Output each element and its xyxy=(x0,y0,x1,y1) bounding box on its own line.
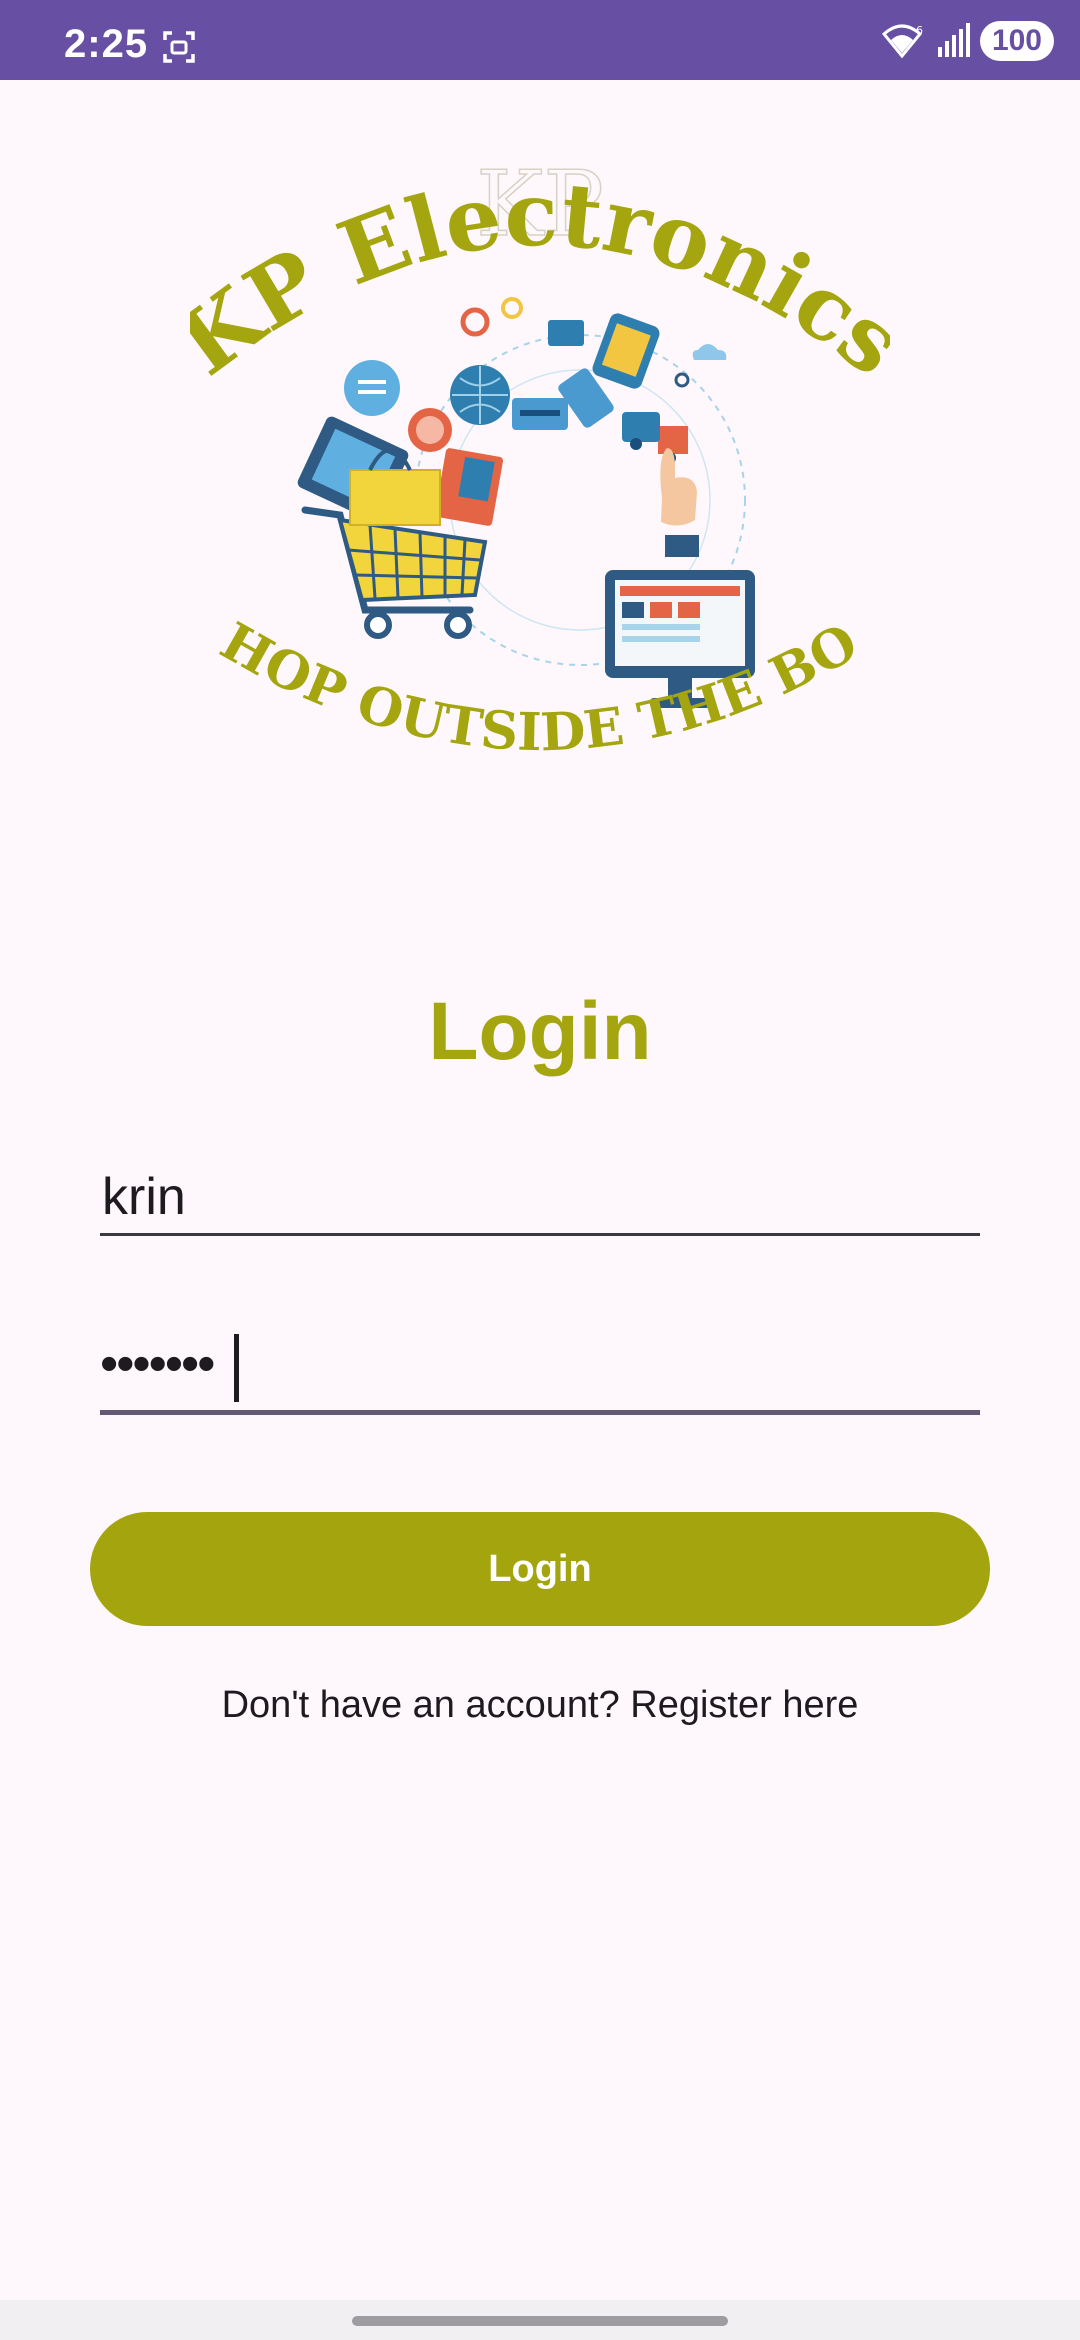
logo-title: KP Electronics xyxy=(190,162,890,396)
signal-icon xyxy=(937,23,970,57)
username-input[interactable] xyxy=(100,1160,980,1236)
status-icons: 6 100 xyxy=(881,20,1054,62)
kp-electronics-logo: KP KP Electronics xyxy=(190,140,890,763)
password-input[interactable]: ••••••• xyxy=(100,1330,980,1415)
battery-indicator: 100 xyxy=(979,21,1054,61)
page-title: Login xyxy=(428,986,652,1077)
text-cursor xyxy=(234,1334,239,1402)
login-button[interactable]: Login xyxy=(90,1512,990,1626)
navigation-bar xyxy=(0,2300,1080,2340)
svg-text:6: 6 xyxy=(916,24,923,37)
status-bar: 2:25 6 100 xyxy=(0,0,1080,80)
home-gesture-handle[interactable] xyxy=(352,2316,728,2326)
password-field-container: ••••••• xyxy=(100,1330,980,1415)
wifi-icon: 6 xyxy=(881,24,923,59)
status-time: 2:25 xyxy=(64,22,149,66)
password-mask: ••••••• xyxy=(100,1335,215,1393)
screenshot-icon xyxy=(163,31,195,63)
username-field-container xyxy=(100,1160,980,1236)
register-link[interactable]: Don't have an account? Register here xyxy=(0,1684,1080,1727)
